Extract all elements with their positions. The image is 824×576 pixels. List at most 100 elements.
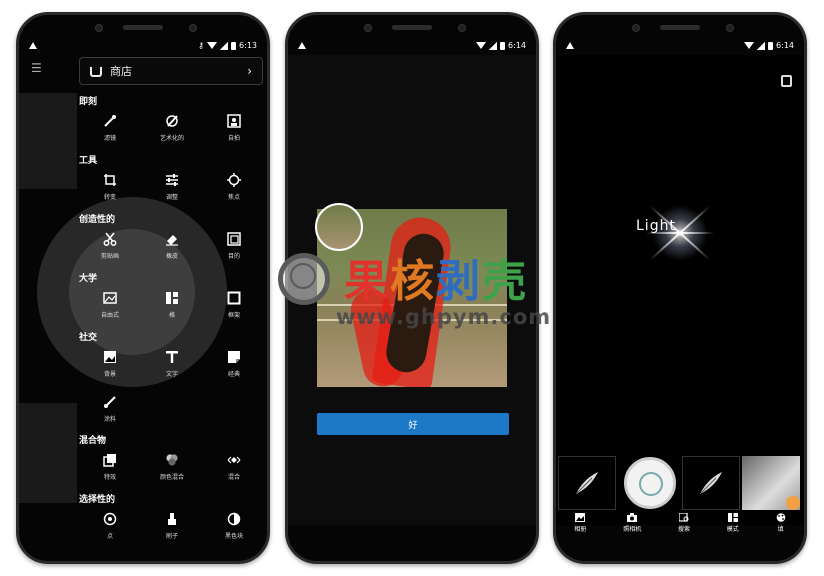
- battery-icon: [231, 41, 237, 50]
- clock: 6:13: [239, 41, 257, 50]
- search-image-icon: [678, 513, 689, 522]
- tool-black-block[interactable]: 黑色块: [203, 507, 265, 552]
- frame-select-icon: [226, 231, 242, 247]
- nav-label: 照相机: [623, 526, 642, 533]
- focus-target-icon: [226, 172, 242, 188]
- nav-camera[interactable]: 照相机: [623, 513, 641, 535]
- warning-icon: [566, 42, 574, 49]
- tool-brush[interactable]: 刷子: [141, 507, 203, 552]
- tool-label: 目的: [227, 253, 240, 260]
- tool-label: 涂料: [103, 416, 116, 423]
- watermark-brand-text: 果核剥壳: [344, 245, 528, 309]
- section-title: 选择性的: [79, 495, 116, 505]
- tool-text[interactable]: 文字: [141, 345, 203, 390]
- warning-icon: [29, 42, 37, 49]
- menu-icon[interactable]: ☰: [31, 61, 42, 75]
- wifi-icon: [744, 42, 755, 49]
- tool-clipart[interactable]: 剪贴画: [79, 227, 141, 272]
- phone-1: ⚷ 6:13 ☰ 商店 › 即刻 滤镜 艺术化的 自拍 工具 转变 调整 焦点 …: [16, 12, 270, 564]
- light-logo-text: Light: [636, 218, 676, 234]
- nav-search[interactable]: 搜索: [678, 513, 690, 535]
- photo-thumbnail[interactable]: [742, 456, 800, 510]
- watermark-char: 果: [344, 256, 390, 307]
- tool-blend[interactable]: 混合: [203, 448, 265, 493]
- background-panel: [19, 93, 77, 189]
- store-button[interactable]: 商店 ›: [79, 57, 263, 85]
- background-panel: [19, 403, 77, 503]
- sliders-icon: [164, 172, 180, 188]
- square-frame-icon: [226, 290, 242, 306]
- tool-label: 剪贴画: [100, 253, 119, 260]
- store-label: 商店: [110, 65, 132, 78]
- tool-label: 颜色混合: [159, 474, 184, 481]
- nav-album[interactable]: 相册: [574, 513, 586, 535]
- tool-artistic[interactable]: 艺术化的: [141, 109, 203, 154]
- chevron-right-icon: ›: [247, 64, 252, 78]
- tool-label: 背景: [103, 371, 116, 378]
- tool-eraser[interactable]: 橡皮: [141, 227, 203, 272]
- tool-label: 黑色块: [224, 533, 243, 540]
- key-icon: ⚷: [198, 41, 205, 50]
- tool-paint[interactable]: 涂料: [79, 390, 141, 434]
- tool-point[interactable]: 点: [79, 507, 141, 552]
- tool-grid[interactable]: 格: [141, 286, 203, 331]
- tool-classic[interactable]: 经典: [203, 345, 265, 390]
- target-dot-icon: [102, 511, 118, 527]
- palette-icon: [776, 513, 785, 522]
- feather-icon: [699, 472, 722, 495]
- crop-icon: [102, 172, 118, 188]
- image-icon: [102, 349, 118, 365]
- clock: 6:14: [776, 41, 794, 50]
- section-title: 创造性的: [79, 215, 116, 225]
- sticker-icon: [226, 349, 242, 365]
- feather-thumbnail[interactable]: [558, 456, 616, 510]
- nav-label: 相册: [574, 526, 587, 533]
- ok-button[interactable]: 好: [317, 413, 509, 435]
- wifi-icon: [476, 42, 487, 49]
- speaker: [123, 25, 163, 30]
- blend-circles-icon: [164, 452, 180, 468]
- magic-wand-icon: [102, 113, 118, 129]
- tool-label: 格: [168, 312, 175, 319]
- tool-label: 焦点: [227, 194, 240, 201]
- top-bezel: [288, 15, 536, 41]
- camera-shutter-button[interactable]: [624, 457, 676, 509]
- tool-effects[interactable]: 特效: [79, 448, 141, 493]
- site-watermark: 果核剥壳 www.ghpym.com: [270, 245, 560, 335]
- layers-icon: [102, 452, 118, 468]
- tool-filter[interactable]: 滤镜: [79, 109, 141, 154]
- portrait-icon: [226, 113, 242, 129]
- brush-palette-icon: [164, 113, 180, 129]
- tool-transform[interactable]: 转变: [79, 168, 141, 213]
- tool-frame[interactable]: 框架: [203, 286, 265, 331]
- battery-icon: [500, 41, 506, 50]
- tool-target[interactable]: 目的: [203, 227, 265, 272]
- nav-mode[interactable]: 模式: [727, 513, 739, 535]
- badge-icon: [786, 496, 800, 510]
- tool-focus[interactable]: 焦点: [203, 168, 265, 213]
- wifi-icon: [207, 42, 218, 49]
- tool-label: 经典: [227, 371, 240, 378]
- tool-label: 艺术化的: [159, 135, 184, 142]
- section-title: 混合物: [79, 436, 107, 446]
- eraser-icon: [164, 231, 180, 247]
- status-bar: 6:14: [298, 41, 526, 55]
- tool-label: 自由式: [100, 312, 119, 319]
- section-title: 社交: [79, 333, 98, 343]
- image-icon: [575, 513, 586, 522]
- tool-freestyle[interactable]: 自由式: [79, 286, 141, 331]
- tool-selfie[interactable]: 自拍: [203, 109, 265, 154]
- nav-fill[interactable]: 填: [776, 513, 786, 535]
- watermark-char: 剥: [436, 256, 482, 307]
- sensor: [458, 24, 466, 32]
- front-camera: [364, 24, 372, 32]
- tool-color-blend[interactable]: 颜色混合: [141, 448, 203, 493]
- tool-adjust[interactable]: 调整: [141, 168, 203, 213]
- tool-background[interactable]: 背景: [79, 345, 141, 390]
- feather-thumbnail[interactable]: [682, 456, 740, 510]
- paint-brush-icon: [102, 394, 118, 410]
- status-bar: 6:14: [566, 41, 794, 55]
- archive-icon[interactable]: [781, 75, 792, 87]
- signal-icon: [220, 41, 229, 50]
- tool-label: 自拍: [227, 135, 240, 142]
